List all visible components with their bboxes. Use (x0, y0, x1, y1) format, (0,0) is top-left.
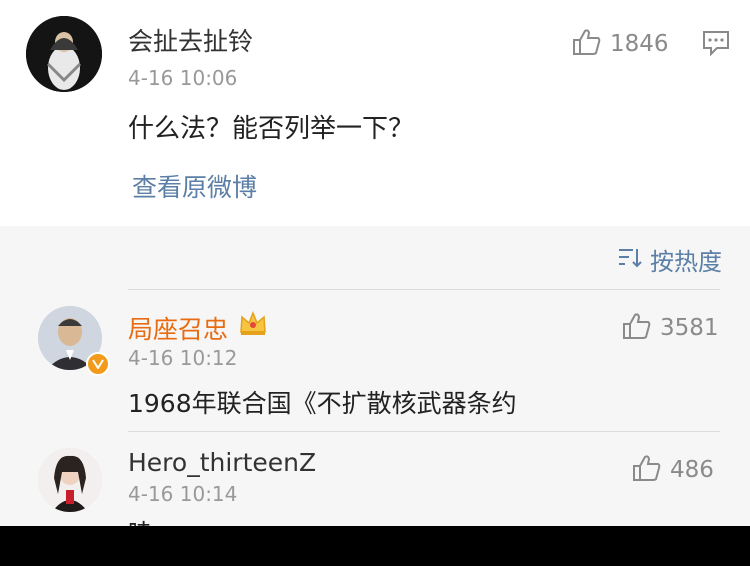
username[interactable]: 局座召忠 (128, 310, 228, 346)
comment-text: 哇 (128, 516, 158, 526)
avatar[interactable] (26, 16, 102, 92)
like-button[interactable]: 1846 (572, 28, 669, 60)
like-count: 486 (670, 457, 714, 483)
username[interactable]: Hero_thirteenZ (128, 448, 316, 477)
thumbs-up-icon (622, 312, 652, 344)
username[interactable]: 会扯去扯铃 (128, 22, 253, 58)
bottom-black-bar (0, 526, 750, 566)
like-count: 3581 (660, 315, 719, 341)
thumbs-up-icon (572, 28, 602, 60)
divider (128, 431, 720, 432)
sort-label: 按热度 (650, 248, 722, 276)
timestamp: 4-16 10:12 (128, 346, 238, 370)
divider (128, 289, 720, 290)
comments-section: 按热度 局座召忠 4-16 10:12 3581 1968年联合国《不扩散核武器… (0, 226, 750, 526)
sort-icon (618, 246, 642, 274)
comment-icon[interactable] (702, 30, 730, 60)
avatar[interactable] (38, 448, 102, 512)
timestamp: 4-16 10:06 (128, 66, 238, 90)
sort-by-hot-button[interactable]: 按热度 (618, 242, 722, 277)
comment-text: 1968年联合国《不扩散核武器条约 (128, 389, 517, 418)
original-comment-card: 会扯去扯铃 4-16 10:06 1846 什么法？能否列举一下？ 查看原微博 (0, 0, 750, 226)
timestamp: 4-16 10:14 (128, 482, 238, 506)
crown-badge-icon (238, 310, 268, 340)
thumbs-up-icon (632, 454, 662, 486)
like-button[interactable]: 3581 (622, 312, 719, 344)
comment-text: 什么法？能否列举一下？ (128, 114, 415, 144)
verified-badge-icon (86, 352, 110, 376)
view-original-link[interactable]: 查看原微博 (132, 168, 257, 204)
like-button[interactable]: 486 (632, 454, 714, 486)
like-count: 1846 (610, 31, 669, 57)
